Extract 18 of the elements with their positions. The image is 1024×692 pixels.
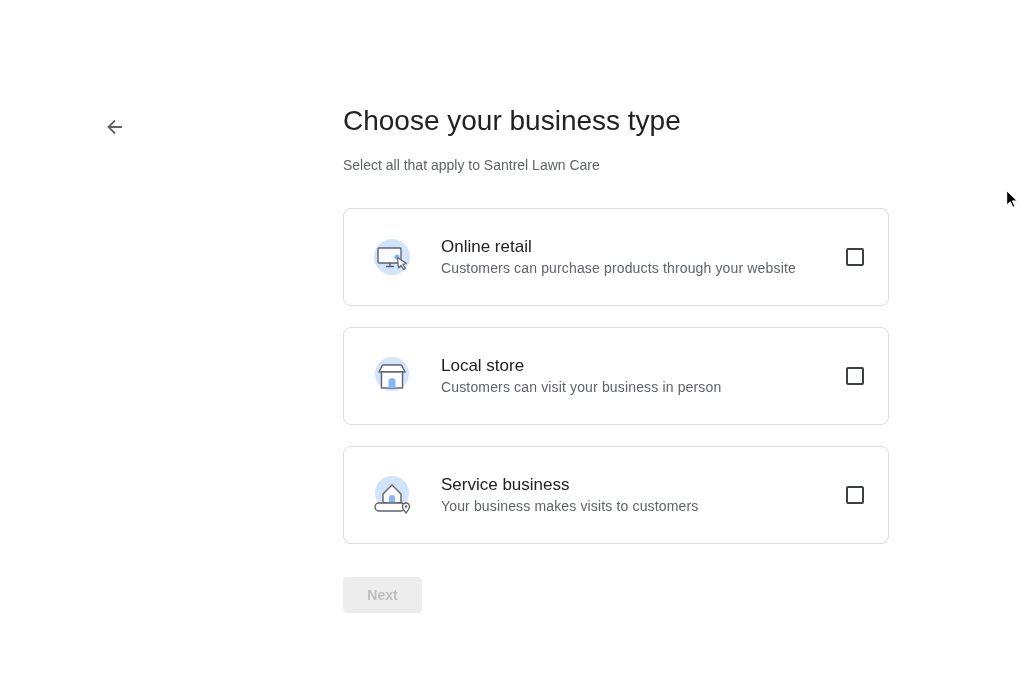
checkbox[interactable]: [846, 248, 864, 266]
page-title: Choose your business type: [343, 104, 682, 138]
option-title: Online retail: [441, 236, 533, 258]
option-description: Customers can visit your business in person: [441, 378, 723, 397]
option-title: Service business: [441, 474, 571, 496]
checkbox[interactable]: [846, 367, 864, 385]
option-card[interactable]: Local store Customers can visit your business in person: [343, 327, 889, 425]
option-description: Customers can purchase products through your website: [441, 259, 797, 278]
back-arrow-icon: [107, 119, 123, 135]
monitor-icon: [372, 237, 412, 277]
option-card[interactable]: Service business Your business makes visits to customers: [343, 446, 889, 544]
page-subtitle: Select all that apply to Santrel Lawn Care: [343, 156, 601, 175]
mouse-pointer-icon: [1006, 190, 1018, 208]
checkbox[interactable]: [846, 486, 864, 504]
option-card[interactable]: Online retail Customers can purchase products through your website: [343, 208, 889, 306]
option-description: Your business makes visits to customers: [441, 497, 700, 516]
option-title: Local store: [441, 355, 526, 377]
house-icon: [372, 475, 412, 515]
